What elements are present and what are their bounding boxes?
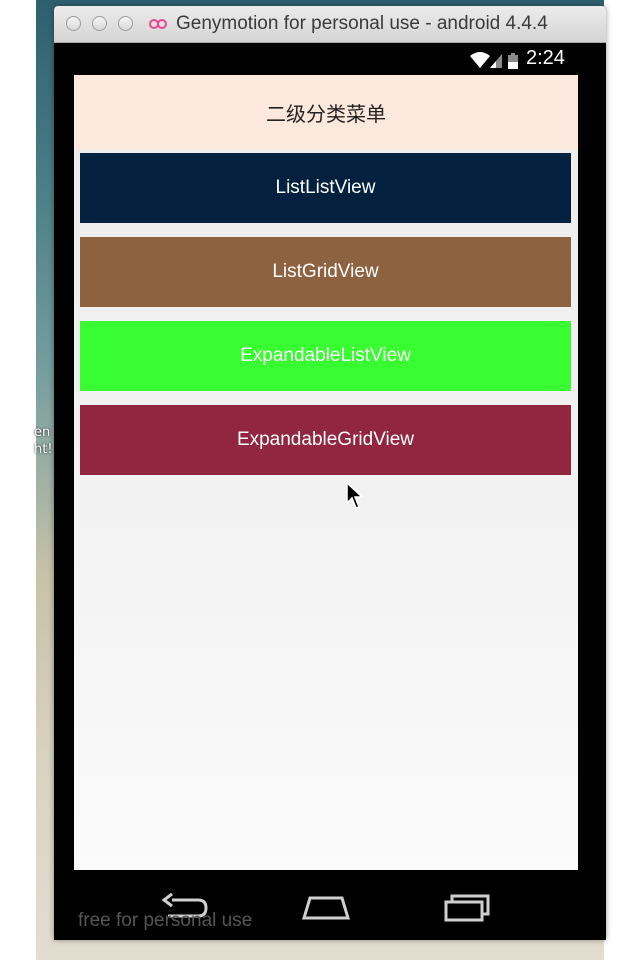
listlistview-button[interactable]: ListListView: [80, 153, 571, 223]
android-status-bar: 2:24: [54, 43, 606, 75]
mouse-cursor-icon: [346, 482, 364, 509]
listgridview-button[interactable]: ListGridView: [80, 237, 571, 307]
status-clock: 2:24: [526, 47, 565, 69]
status-icons: [470, 52, 518, 69]
home-icon[interactable]: [300, 892, 352, 922]
window-minimize-button[interactable]: [92, 16, 107, 31]
window-titlebar: Genymotion for personal use - android 4.…: [54, 6, 606, 43]
app-action-bar: 二级分类菜单: [74, 75, 578, 149]
wifi-icon: [470, 52, 490, 68]
window-zoom-button[interactable]: [118, 16, 133, 31]
window-title: Genymotion for personal use - android 4.…: [176, 13, 548, 34]
signal-icon: [490, 54, 502, 68]
expandablegridview-button[interactable]: ExpandableGridView: [80, 405, 571, 475]
desktop-right-area: [604, 0, 640, 960]
app-title: 二级分类菜单: [266, 101, 386, 126]
app-screen: 二级分类菜单 ListListView ListGridView Expanda…: [74, 75, 578, 870]
battery-icon: [508, 53, 518, 69]
emulator-window: Genymotion for personal use - android 4.…: [54, 6, 606, 940]
personal-use-watermark: free for personal use: [78, 910, 253, 931]
window-close-button[interactable]: [66, 16, 81, 31]
android-navigation-bar: free for personal use: [54, 870, 606, 940]
desktop-left-area: [0, 0, 36, 960]
recent-apps-icon[interactable]: [442, 892, 494, 922]
expandablelistview-button[interactable]: ExpandableListView: [80, 321, 571, 391]
genymotion-logo-icon: [149, 19, 167, 29]
